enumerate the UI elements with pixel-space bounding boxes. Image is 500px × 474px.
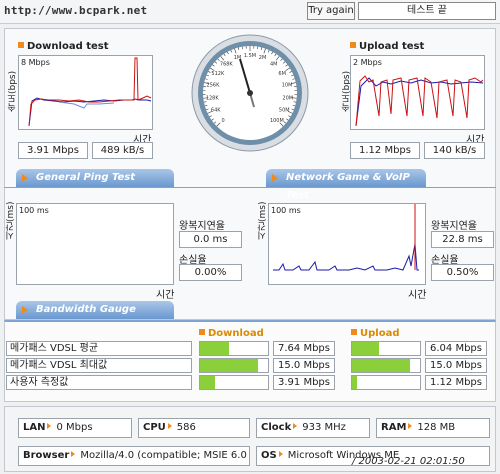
upload-kbs: 140 kB/s <box>424 142 485 159</box>
bullet-icon <box>18 42 24 48</box>
ping-rtt-label: 왕복지연율 <box>179 221 225 232</box>
game-loss-value: 0.50% <box>431 264 494 281</box>
gauge-mark-label: 1.5M <box>244 53 256 59</box>
download-mbps: 3.91 Mbps <box>18 142 88 159</box>
ping-graph: 100 ms <box>16 203 174 285</box>
lan-info: LAN 0 Mbps <box>18 418 132 438</box>
gauge-mark-label: 64K <box>211 107 221 113</box>
download-bar <box>199 375 269 390</box>
arrow-icon <box>408 423 413 429</box>
bandwidth-upload-header: Upload <box>351 328 399 339</box>
gauge-mark-label: 768K <box>220 61 234 67</box>
ping-loss-value: 0.00% <box>179 264 242 281</box>
gauge-mark-label: 4M <box>270 61 278 67</box>
upload-bar-fill <box>352 376 358 389</box>
site-url: http://www.bcpark.net <box>4 4 148 17</box>
download-graph: 8 Mbps <box>18 55 153 130</box>
arrow-icon <box>272 174 278 182</box>
bandwidth-download-header: Download <box>199 328 264 339</box>
game-rtt-label: 왕복지연율 <box>431 221 477 232</box>
speed-gauge: 064K128K256K512K768K1M 1.5M 2M4M6M10M20M50… <box>191 34 309 152</box>
download-bar-fill <box>200 342 229 355</box>
bullet-icon <box>350 42 356 48</box>
ram-info: RAM 128 MB <box>376 418 490 438</box>
upload-value: 15.0 Mbps <box>425 358 487 373</box>
download-bar <box>199 341 269 356</box>
game-line-chart <box>273 204 419 271</box>
tab-network-game-voip[interactable]: Network Game & VoIP Test <box>266 169 426 201</box>
upload-bar-fill <box>352 359 411 372</box>
arrow-icon <box>293 423 298 429</box>
test-status-button[interactable]: 테스트 끝 <box>358 2 496 20</box>
arrow-icon <box>22 306 28 314</box>
gauge-mark-label: 0 <box>222 118 225 124</box>
try-again-button[interactable]: Try again <box>307 2 355 20</box>
gauge-mark-label: 20M <box>282 95 293 101</box>
gauge-mark-label: 10M <box>282 83 293 89</box>
download-bar <box>199 358 269 373</box>
bullet-icon <box>351 329 357 335</box>
tab-bandwidth-gauge[interactable]: Bandwidth Gauge <box>16 301 174 319</box>
download-value: 7.64 Mbps <box>273 341 335 356</box>
upload-title: Upload test <box>350 41 424 52</box>
browser-info: Browser Mozilla/4.0 (compatible; MSIE 6.0 <box>18 446 250 466</box>
bullet-icon <box>199 329 205 335</box>
arrow-icon <box>22 174 28 182</box>
game-rtt-value: 22.8 ms <box>431 231 494 248</box>
gauge-mark-label: 128K <box>206 95 220 101</box>
gauge-mark-label: 512K <box>211 71 225 77</box>
tab-divider <box>4 187 496 188</box>
tab-general-ping[interactable]: General Ping Test <box>16 169 174 187</box>
upload-graph: 2 Mbps <box>350 55 485 130</box>
upload-mbps: 1.12 Mbps <box>350 142 420 159</box>
arrow-icon <box>47 423 52 429</box>
upload-bar-fill <box>352 342 380 355</box>
download-kbs: 489 kB/s <box>92 142 153 159</box>
gauge-mark-label: 2M <box>259 55 267 61</box>
gauge-mark-label: 50M <box>279 107 290 113</box>
bandwidth-row-label: 메가패스 VDSL 평균 <box>6 341 192 356</box>
gauge-mark-label: 100M <box>270 118 284 124</box>
cpu-info: CPU 586 <box>138 418 250 438</box>
ping-rtt-value: 0.0 ms <box>179 231 242 248</box>
signature-timestamp: / 2003-02-21 02:01:50 <box>352 456 465 467</box>
ping-xlabel: 시간 <box>156 290 175 301</box>
download-value: 15.0 Mbps <box>273 358 335 373</box>
download-title: Download test <box>18 41 109 52</box>
arrow-icon <box>71 451 76 457</box>
download-value: 3.91 Mbps <box>273 375 335 390</box>
game-xlabel: 시간 <box>408 290 427 301</box>
upload-value: 1.12 Mbps <box>425 375 487 390</box>
download-line-chart <box>28 57 152 127</box>
upload-value: 6.04 Mbps <box>425 341 487 356</box>
upload-bar <box>351 358 421 373</box>
arrow-icon <box>278 451 283 457</box>
upload-bar <box>351 375 421 390</box>
gauge-mark-label: 6M <box>278 71 286 77</box>
upload-bar <box>351 341 421 356</box>
bandwidth-row-label: 사용자 측정값 <box>6 375 192 390</box>
clock-info: Clock 933 MHz <box>256 418 370 438</box>
game-graph: 100 ms <box>268 203 426 285</box>
download-bar-fill <box>200 376 215 389</box>
ping-scale: 100 ms <box>19 206 49 215</box>
upload-line-chart <box>355 75 484 127</box>
arrow-icon <box>167 423 172 429</box>
bandwidth-row-label: 메가패스 VDSL 최대값 <box>6 358 192 373</box>
download-bar-fill <box>200 359 259 372</box>
